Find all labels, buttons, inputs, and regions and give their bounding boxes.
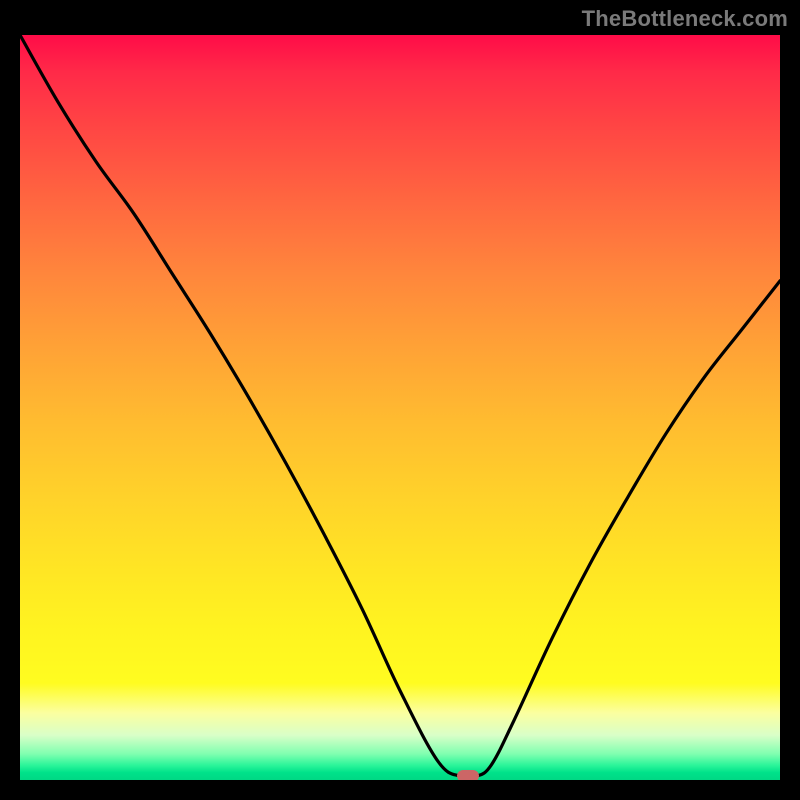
plot-area: [20, 35, 780, 780]
watermark-text: TheBottleneck.com: [582, 6, 788, 32]
bottleneck-curve: [20, 35, 780, 778]
optimal-marker: [457, 770, 479, 780]
chart-frame: TheBottleneck.com: [0, 0, 800, 800]
curve-svg: [20, 35, 780, 780]
